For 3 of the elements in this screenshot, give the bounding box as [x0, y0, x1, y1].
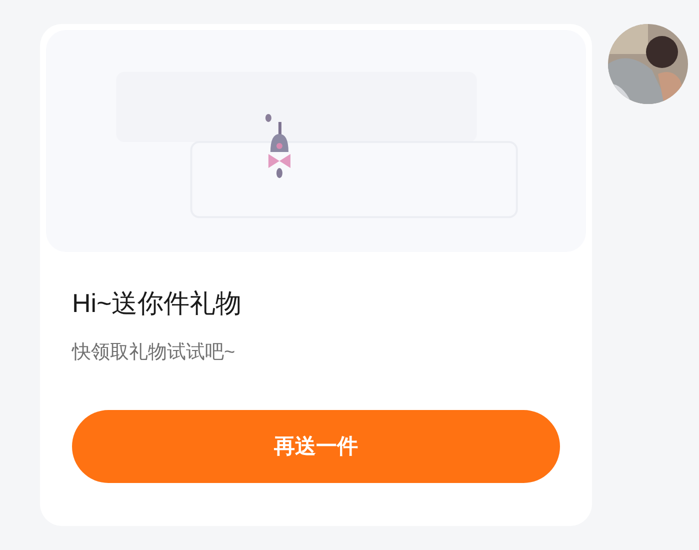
send-again-button[interactable]: 再送一件	[72, 410, 560, 483]
gift-title: Hi~送你件礼物	[72, 287, 243, 320]
gift-subtitle: 快领取礼物试试吧~	[72, 341, 236, 365]
